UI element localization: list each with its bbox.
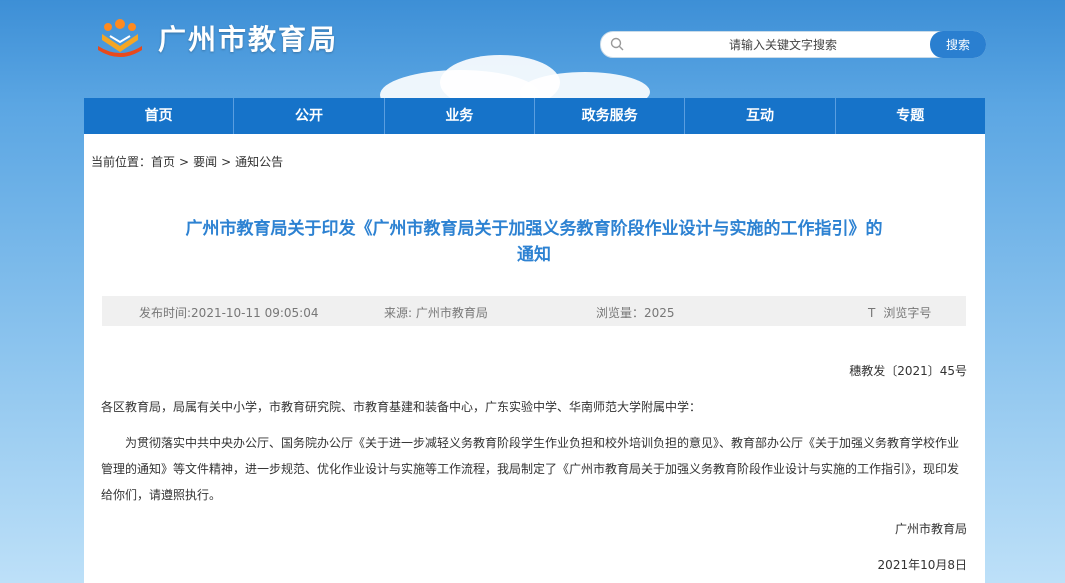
breadcrumb-label: 当前位置： <box>91 155 152 169</box>
view-count: 浏览量：2025 <box>596 306 675 320</box>
search-bar: 搜索 <box>600 31 986 58</box>
breadcrumb-separator: > <box>179 155 190 169</box>
nav-item-topics[interactable]: 专题 <box>836 98 985 134</box>
breadcrumb-home[interactable]: 首页 <box>151 155 175 169</box>
breadcrumb: 当前位置：首页 > 要闻 > 通知公告 <box>91 153 287 170</box>
publish-time: 发布时间:2021-10-11 09:05:04 <box>139 306 319 320</box>
nav-item-interaction[interactable]: 互动 <box>685 98 836 134</box>
article-title: 广州市教育局关于印发《广州市教育局关于加强义务教育阶段作业设计与实施的工作指引》… <box>144 216 924 268</box>
font-size-button[interactable]: T 浏览字号 <box>868 304 931 321</box>
signer: 广州市教育局 <box>894 522 967 536</box>
content-panel: 当前位置：首页 > 要闻 > 通知公告 广州市教育局关于印发《广州市教育局关于加强义务教… <box>84 134 985 583</box>
breadcrumb-news[interactable]: 要闻 <box>193 155 217 169</box>
source: 来源: 广州市教育局 <box>384 304 488 321</box>
document-number: 穗教发〔2021〕45号 <box>849 364 967 378</box>
search-icon <box>610 37 624 51</box>
breadcrumb-notices[interactable]: 通知公告 <box>235 155 283 169</box>
main-nav: 首页 公开 业务 政务服务 互动 专题 <box>84 98 985 134</box>
nav-item-public[interactable]: 公开 <box>234 98 385 134</box>
font-size-icon: T <box>868 306 876 320</box>
site-title: 广州市教育局 <box>158 23 339 56</box>
search-button[interactable]: 搜索 <box>930 31 986 58</box>
article-title-line: 通知 <box>517 245 551 265</box>
search-input[interactable] <box>641 35 925 55</box>
nav-item-government-services[interactable]: 政务服务 <box>535 98 686 134</box>
issue-date: 2021年10月8日 <box>877 558 967 572</box>
font-size-label: 浏览字号 <box>883 306 932 320</box>
nav-item-home[interactable]: 首页 <box>84 98 235 134</box>
breadcrumb-separator: > <box>221 155 232 169</box>
nav-item-business[interactable]: 业务 <box>385 98 535 134</box>
logo-icon <box>98 19 142 57</box>
header: 广州市教育局 搜索 <box>0 0 1065 98</box>
article-title-line: 广州市教育局关于印发《广州市教育局关于加强义务教育阶段作业设计与实施的工作指引》… <box>185 219 883 239</box>
article-body: 为贯彻落实中共中央办公厅、国务院办公厅《关于进一步减轻义务教育阶段学生作业负担和… <box>101 436 960 502</box>
source-label: 来源: <box>384 306 413 320</box>
article-meta-bar: 发布时间:2021-10-11 09:05:04 来源: 广州市教育局 浏览量：… <box>102 296 966 326</box>
source-value: 广州市教育局 <box>415 306 488 320</box>
addressee: 各区教育局，局属有关中小学，市教育研究院、市教育基建和装备中心，广东实验中学、华… <box>101 400 702 414</box>
